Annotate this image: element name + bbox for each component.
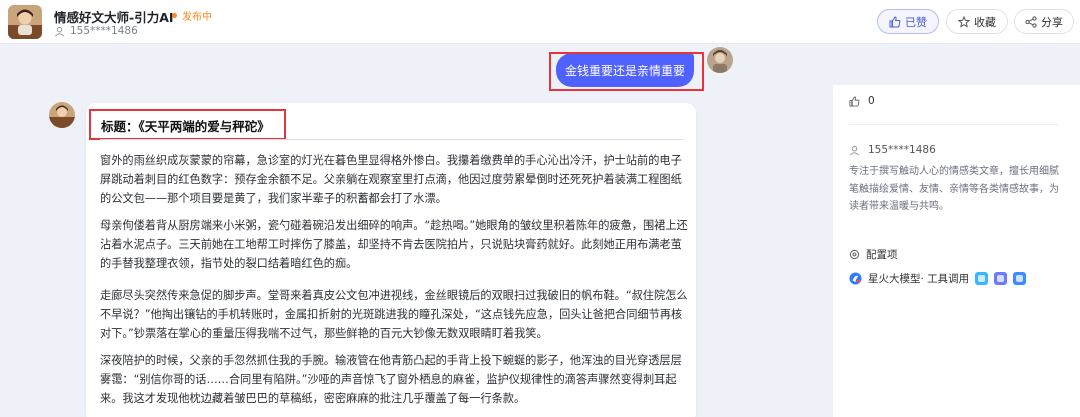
model-row[interactable]: 星火大模型· 工具调用 — [849, 271, 1027, 286]
like-count: 0 — [849, 95, 875, 107]
favorite-label: 收藏 — [974, 15, 996, 29]
thumbs-up-icon — [889, 15, 901, 27]
bot-message-avatar — [49, 102, 75, 128]
user-avatar — [707, 47, 733, 73]
panel-author-name: 155****1486 — [868, 144, 936, 156]
share-icon — [1025, 15, 1037, 28]
share-label: 分享 — [1041, 15, 1063, 29]
user-icon — [55, 26, 64, 36]
status-text: 发布中 — [182, 12, 212, 23]
user-icon — [850, 145, 859, 155]
answer-paragraph: 窗外的雨丝织成灰蒙蒙的帘幕，急诊室的灯光在暮色里显得格外惨白。我攥着缴费单的手心… — [100, 154, 682, 205]
tool-chip-icon[interactable] — [975, 272, 989, 285]
like-label: 已赞 — [905, 15, 927, 29]
config-section[interactable]: 配置项 — [849, 247, 898, 262]
favorite-button[interactable]: 收藏 — [946, 9, 1008, 34]
answer-paragraph: 深夜陪护的时候，父亲的手忽然抓住我的手腕。输液管在他青筋凸起的手背上投下蜿蜒的影… — [100, 354, 682, 405]
title-divider — [100, 139, 684, 140]
top-header: 情感好文大师-引力AI 发布中 155****1486 已赞 收藏 分享 — [0, 0, 1080, 44]
bot-description: 专注于撰写触动人心的情感类文章，擅长用细腻笔触描绘爱情、友情、亲情等各类情感故事… — [849, 166, 1059, 212]
star-icon — [958, 15, 970, 28]
author-name: 155****1486 — [70, 25, 138, 37]
user-message-bubble: 金钱重要还是亲情重要 — [556, 53, 694, 87]
tool-chip-icon[interactable] — [1013, 272, 1027, 285]
config-label: 配置项 — [866, 249, 898, 261]
share-button[interactable]: 分享 — [1014, 9, 1074, 34]
model-label: 星火大模型· 工具调用 — [868, 273, 970, 285]
bot-avatar[interactable] — [8, 5, 42, 39]
answer-title: 标题：《天平两端的爱与秤砣》 — [101, 119, 270, 134]
spark-model-icon — [849, 272, 862, 285]
status-dot-icon — [172, 13, 177, 18]
panel-divider — [849, 124, 1059, 125]
thumbs-up-icon — [849, 95, 860, 107]
answer-paragraph: 母亲佝偻着背从厨房端来小米粥，瓷勺碰着碗沿发出细碎的响声。“趁热喝。”她眼角的皱… — [100, 219, 688, 270]
panel-author: 155****1486 — [849, 144, 936, 156]
bot-name: 情感好文大师-引力AI — [54, 10, 174, 25]
tool-chip-icon[interactable] — [994, 272, 1008, 285]
answer-paragraph: 走廊尽头突然传来急促的脚步声。堂哥来着真皮公文包冲进视线，金丝眼镜后的双眼扫过我… — [100, 289, 688, 340]
gear-icon — [849, 249, 860, 260]
status-badge: 发布中 — [172, 8, 212, 23]
like-count-value: 0 — [868, 95, 875, 107]
author-info: 155****1486 — [54, 25, 138, 37]
like-button[interactable]: 已赞 — [877, 9, 939, 34]
